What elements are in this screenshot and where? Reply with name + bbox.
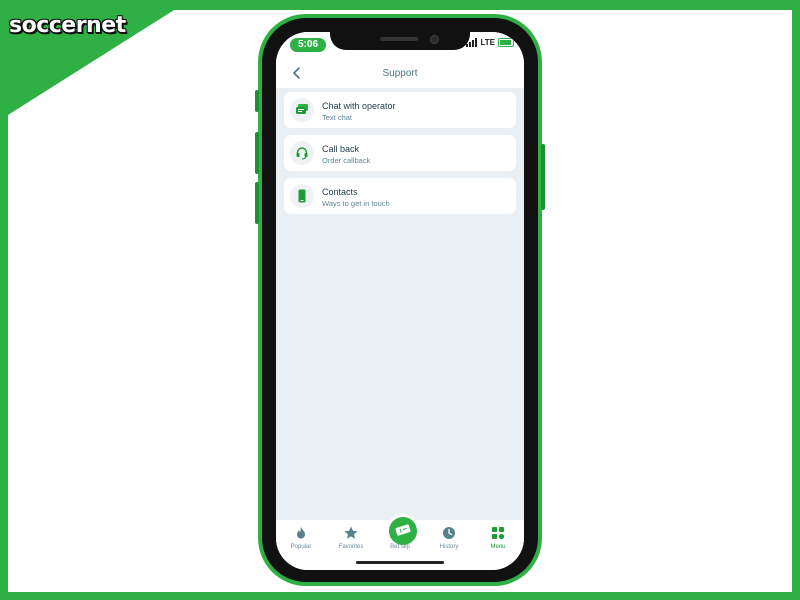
phone-notch: [330, 32, 470, 50]
battery-icon: [498, 38, 514, 47]
support-item-subtitle: Text chat: [322, 113, 353, 122]
brand-frame-right: [792, 0, 800, 600]
home-indicator[interactable]: [356, 561, 444, 564]
notch-speaker: [380, 37, 418, 41]
phone-volume-down: [255, 182, 259, 224]
page-title: Support: [382, 68, 418, 79]
chat-icon: [290, 98, 314, 122]
headset-icon: [290, 141, 314, 165]
tab-history[interactable]: History: [425, 524, 473, 556]
clock-icon: [443, 527, 455, 539]
phone-mute-switch: [255, 90, 259, 112]
status-indicators: LTE: [466, 38, 514, 47]
tab-label: History: [439, 544, 459, 550]
brand-logo: soccernet: [9, 13, 126, 38]
flame-icon: [297, 527, 305, 539]
tab-popular[interactable]: Popular: [277, 524, 325, 556]
tab-favorites[interactable]: Favorites: [327, 524, 375, 556]
support-item-subtitle: Ways to get in touch: [322, 199, 390, 208]
support-item-chat[interactable]: Chat with operator Text chat: [284, 92, 516, 128]
phone-power-button: [541, 144, 545, 210]
phone-icon: [290, 184, 314, 208]
support-item-title: Contacts: [322, 187, 358, 197]
tab-menu[interactable]: Menu: [474, 524, 522, 556]
tab-label: Popular: [290, 544, 312, 550]
support-item-title: Chat with operator: [322, 101, 396, 111]
signal-icon: [466, 38, 478, 47]
tab-label: Menu: [490, 544, 506, 550]
phone-volume-up: [255, 132, 259, 174]
bet-slip-button[interactable]: [386, 514, 420, 548]
grid-icon: [492, 527, 505, 540]
support-item-subtitle: Order callback: [322, 156, 371, 165]
star-icon: [344, 526, 358, 539]
notch-camera: [430, 35, 439, 44]
tab-label: Favorites: [338, 544, 364, 550]
tab-bet-slip[interactable]: Bet slip: [376, 514, 424, 556]
app-screen: 5:06 LTE Support Chat with operator Text…: [276, 32, 524, 570]
support-item-title: Call back: [322, 144, 360, 154]
status-time: 5:06: [290, 38, 326, 52]
network-label: LTE: [480, 38, 495, 47]
tab-label: Bet slip: [390, 544, 410, 550]
brand-frame-bottom: [0, 592, 800, 600]
support-item-callback[interactable]: Call back Order callback: [284, 135, 516, 171]
ticket-icon: [395, 524, 411, 536]
support-item-contacts[interactable]: Contacts Ways to get in touch: [284, 178, 516, 214]
